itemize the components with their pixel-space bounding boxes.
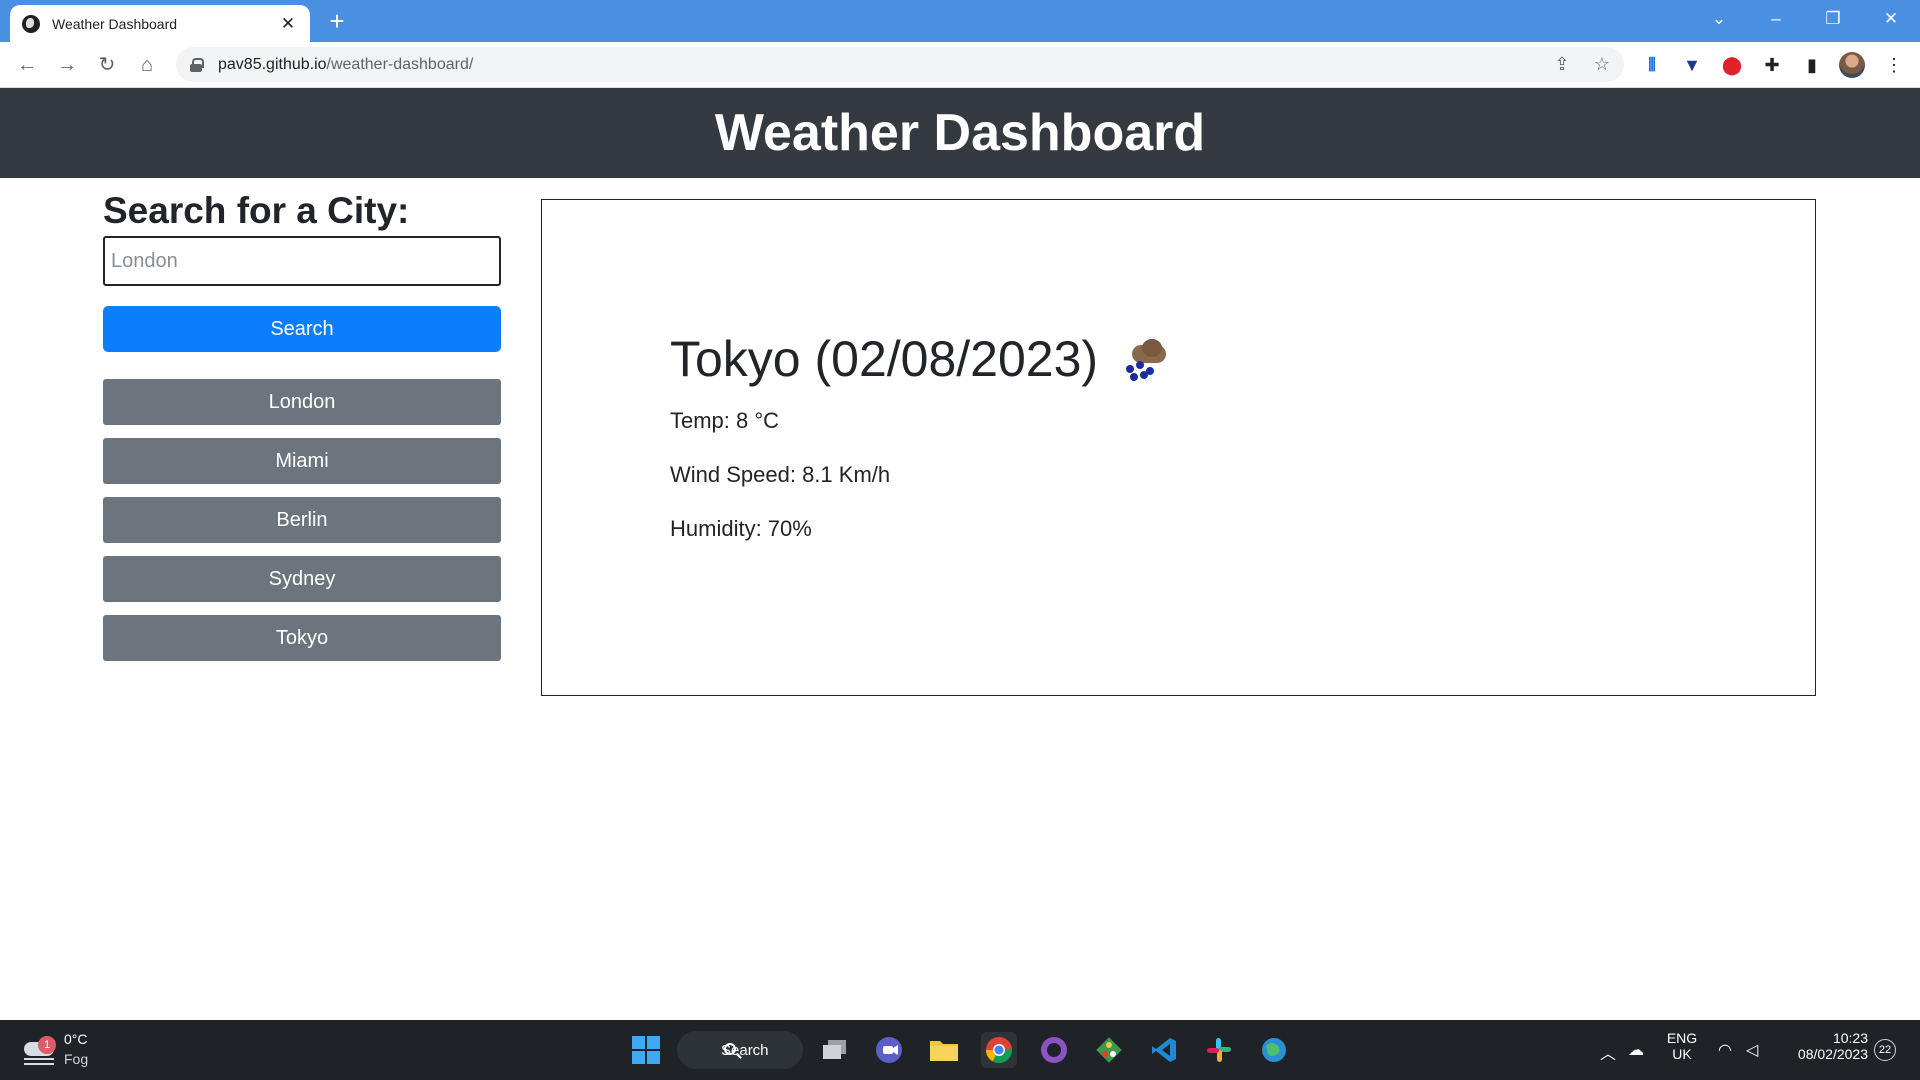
back-icon[interactable]: ←	[12, 50, 42, 80]
browser-tab[interactable]: Weather Dashboard ✕	[10, 5, 310, 42]
taskbar-temperature: 0°C	[64, 1031, 88, 1047]
taskbar-weather-widget[interactable]: 1	[22, 1028, 66, 1068]
lock-icon[interactable]	[190, 57, 204, 72]
history-button-sydney[interactable]: Sydney	[103, 556, 501, 602]
bookmark-star-icon[interactable]: ☆	[1588, 50, 1616, 78]
search-icon	[724, 1043, 736, 1055]
share-icon[interactable]: ⇪	[1548, 50, 1576, 78]
taskbar: 1 0°C Fog Search ︿ ☁ ENG UK ◠ ◁ 10:23 08…	[0, 1020, 1920, 1080]
taskbar-condition: Fog	[64, 1051, 89, 1067]
menu-kebab-icon[interactable]: ⋮	[1880, 51, 1908, 79]
url-text: pav85.github.io/weather-dashboard/	[218, 55, 474, 73]
slack-icon[interactable]	[1201, 1032, 1237, 1068]
tab-title: Weather Dashboard	[52, 15, 178, 32]
city-search-input[interactable]	[103, 236, 501, 286]
browser-globe-icon[interactable]	[1256, 1032, 1292, 1068]
page-title: Weather Dashboard	[714, 104, 1206, 162]
windows-start-icon[interactable]	[628, 1032, 664, 1068]
globe-icon	[22, 14, 40, 33]
browser-toolbar: ← → ↻ ⌂ pav85.github.io/weather-dashboar…	[0, 42, 1920, 88]
new-tab-button[interactable]: +	[322, 6, 352, 36]
humidity-text: Humidity: 70%	[670, 516, 812, 541]
task-view-icon[interactable]	[817, 1032, 853, 1068]
tab-search-icon[interactable]: ⌄	[1694, 0, 1744, 38]
page-header: Weather Dashboard	[0, 88, 1920, 178]
search-button[interactable]: Search	[103, 306, 501, 352]
notification-center-badge[interactable]: 22	[1874, 1039, 1896, 1061]
home-icon[interactable]: ⌂	[132, 50, 162, 80]
current-city-heading: Tokyo (02/08/2023)	[670, 330, 1176, 388]
current-weather-card: Tokyo (02/08/2023) Temp: 8 °C Wind Speed…	[541, 199, 1816, 696]
history-button-berlin[interactable]: Berlin	[103, 497, 501, 543]
weather-badge: 1	[38, 1036, 56, 1054]
close-window-icon[interactable]: ✕	[1866, 0, 1916, 38]
extension-opera-icon[interactable]: ⬤	[1718, 51, 1746, 79]
file-explorer-icon[interactable]	[926, 1032, 962, 1068]
show-hidden-icons-chevron[interactable]: ︿	[1600, 1040, 1616, 1064]
extension-bars-icon[interactable]: ⫴	[1638, 51, 1666, 79]
restore-icon[interactable]: ❐	[1808, 0, 1858, 38]
wifi-icon[interactable]: ◠	[1718, 1040, 1732, 1060]
close-tab-icon[interactable]: ✕	[278, 14, 298, 34]
search-sidebar: Search for a City: Search London Miami B…	[103, 178, 501, 674]
temperature-text: Temp: 8 °C	[670, 408, 780, 433]
wind-speed-text: Wind Speed: 8.1 Km/h	[670, 462, 891, 487]
profile-avatar[interactable]	[1839, 52, 1865, 78]
extension-v-icon[interactable]: ▼	[1678, 51, 1706, 79]
clock-time: 10:23	[1832, 1030, 1868, 1046]
teams-chat-icon[interactable]	[871, 1032, 907, 1068]
city-date-title: Tokyo (02/08/2023)	[670, 331, 1099, 387]
clock[interactable]: 10:23 08/02/2023	[1782, 1030, 1868, 1062]
taskbar-search[interactable]: Search	[677, 1031, 803, 1069]
rain-cloud-icon	[1118, 337, 1176, 381]
browser-tab-strip: Weather Dashboard ✕ + ⌄ – ❐ ✕	[0, 0, 1920, 42]
history-button-miami[interactable]: Miami	[103, 438, 501, 484]
search-heading: Search for a City:	[103, 190, 410, 231]
minimize-icon[interactable]: –	[1751, 0, 1801, 38]
history-button-tokyo[interactable]: Tokyo	[103, 615, 501, 661]
search-history-list: London Miami Berlin Sydney Tokyo	[103, 379, 501, 661]
github-desktop-icon[interactable]	[1036, 1032, 1072, 1068]
extensions-puzzle-icon[interactable]: ✚	[1758, 51, 1786, 79]
git-app-icon[interactable]	[1091, 1032, 1127, 1068]
language-indicator[interactable]: ENG UK	[1664, 1030, 1700, 1062]
address-bar[interactable]: pav85.github.io/weather-dashboard/	[176, 47, 1624, 82]
history-button-london[interactable]: London	[103, 379, 501, 425]
chrome-icon[interactable]	[981, 1032, 1017, 1068]
clock-date: 08/02/2023	[1797, 1046, 1868, 1062]
reload-icon[interactable]: ↻	[92, 50, 122, 80]
forward-icon[interactable]: →	[52, 50, 82, 80]
side-panel-icon[interactable]: ▮	[1798, 51, 1826, 79]
volume-icon[interactable]: ◁	[1746, 1040, 1758, 1060]
vscode-icon[interactable]	[1146, 1032, 1182, 1068]
onedrive-cloud-icon[interactable]: ☁	[1628, 1040, 1644, 1060]
